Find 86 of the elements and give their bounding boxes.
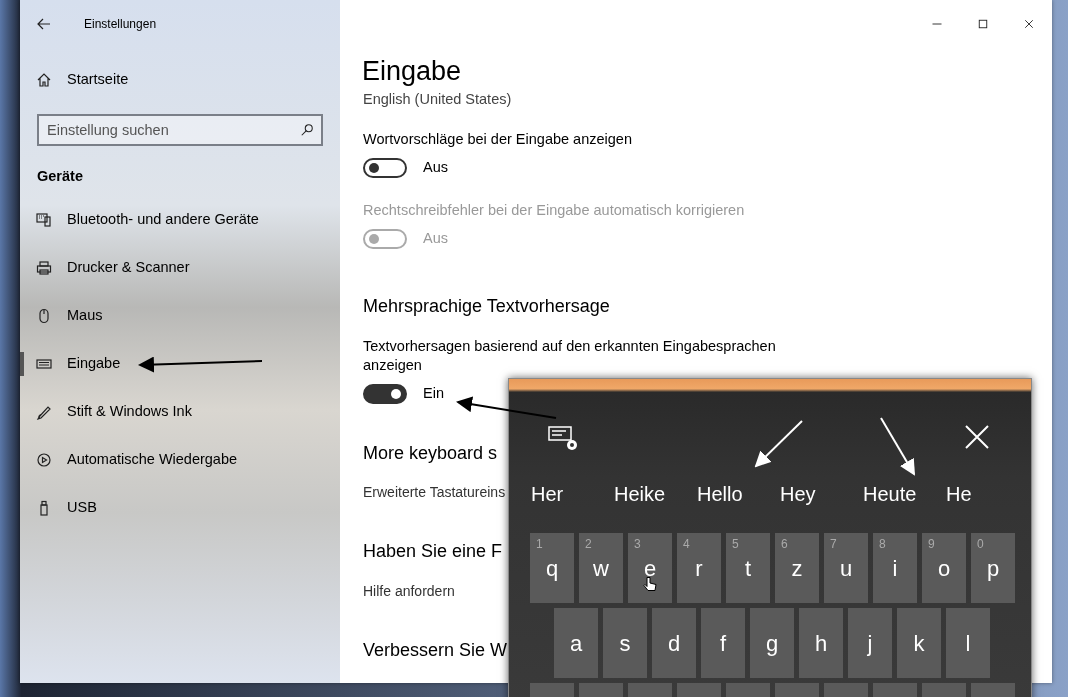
page-title: Eingabe	[361, 58, 463, 85]
toggle-switch[interactable]	[363, 158, 407, 179]
nav-label: Startseite	[67, 70, 129, 90]
keyboard-key[interactable]: j	[848, 608, 892, 678]
section-heading: Haben Sie eine F	[363, 541, 503, 563]
section-heading: Mehrsprachige Textvorhersage	[363, 295, 610, 318]
nav-label: Maus	[67, 305, 103, 325]
key-hint: 0	[977, 536, 984, 553]
nav-label: USB	[67, 497, 97, 517]
sidebar-item[interactable]: Drucker & Scanner	[20, 243, 340, 292]
setting-label: Wortvorschläge bei der Eingabe anzeigen	[363, 130, 633, 150]
annotation-arrow	[754, 420, 803, 468]
key-hint: 3	[634, 536, 641, 553]
keyboard-settings-icon	[547, 425, 579, 451]
key-hint: 9	[928, 536, 935, 553]
window-title: Einstellungen	[84, 16, 157, 33]
nav-label: Stift & Windows Ink	[67, 401, 192, 421]
section-heading: More keyboard s	[363, 442, 498, 465]
search-icon	[300, 123, 314, 137]
section-heading: Geräte	[37, 167, 84, 186]
keyboard-key[interactable]: 6 z	[775, 533, 819, 603]
word-suggestion[interactable]: Hey	[780, 479, 863, 509]
setting-label: Textvorhersagen basierend auf den erkannten Eingabesprachen anzeigen	[363, 337, 777, 375]
annotation-arrow	[880, 417, 915, 476]
settings-link[interactable]: Erweiterte Tastatureins	[363, 482, 506, 504]
sidebar-item[interactable]: Stift & Windows Ink	[20, 387, 340, 436]
sidebar-item[interactable]: Maus	[20, 291, 340, 340]
keyboard-key[interactable]: 8 i	[873, 533, 917, 603]
toggle-state: Aus	[423, 228, 448, 248]
nav-label: Drucker & Scanner	[67, 257, 190, 277]
keyboard-key[interactable]: 1 q	[530, 533, 574, 603]
close-icon	[964, 424, 990, 450]
toggle-state: Ein	[423, 383, 444, 403]
word-suggestion[interactable]: Hello	[697, 479, 780, 509]
word-suggestion[interactable]: Heike	[614, 479, 697, 509]
search-field[interactable]: Einstellung suchen	[37, 114, 323, 146]
key-hint: 6	[781, 536, 788, 553]
printer-icon	[36, 259, 52, 276]
word-suggestion[interactable]: Her	[531, 479, 614, 509]
back-arrow-icon	[36, 16, 52, 32]
sidebar-item[interactable]: Eingabe	[20, 339, 340, 388]
close-icon	[1023, 18, 1035, 30]
selection-indicator	[20, 351, 24, 376]
keyboard-key[interactable]: h	[799, 608, 843, 678]
language-name: English (United States)	[363, 91, 513, 109]
key-hint: 1	[536, 536, 543, 553]
keyboard-key[interactable]: d	[652, 608, 696, 678]
key-hint: 4	[683, 536, 690, 553]
setting-label: Rechtschreibfehler bei der Eingabe automatisch korrigieren	[363, 201, 746, 220]
sidebar-item[interactable]: Bluetooth- und andere Geräte	[20, 195, 340, 244]
key-hint: 7	[830, 536, 837, 553]
autoplay-icon	[36, 451, 52, 468]
section-heading: Verbessern Sie W	[363, 639, 508, 662]
nav-label: Bluetooth- und andere Geräte	[67, 209, 259, 229]
sidebar-item[interactable]: Automatische Wiedergabe	[20, 435, 340, 484]
keyboard-key[interactable]: s	[603, 608, 647, 678]
keyboard-key[interactable]: 4 r	[677, 533, 721, 603]
close-button[interactable]	[963, 423, 991, 451]
keyboard-key[interactable]: l	[946, 608, 990, 678]
nav-label: Eingabe	[67, 353, 121, 373]
keyboard-key[interactable]: a	[554, 608, 598, 678]
key-hint: 5	[732, 536, 739, 553]
home-nav-item[interactable]: Startseite	[20, 56, 340, 104]
keyboard-key[interactable]: 7 u	[824, 533, 868, 603]
key-hint: 2	[585, 536, 592, 553]
keyboard-key[interactable]: 0 p	[971, 533, 1015, 603]
sidebar-item[interactable]: USB	[20, 483, 340, 532]
keyboard-key[interactable]: k	[897, 608, 941, 678]
mouse-icon	[36, 307, 52, 324]
home-icon	[36, 72, 52, 88]
maximize-icon	[977, 18, 989, 30]
keyboard-key[interactable]: g	[750, 608, 794, 678]
keyboard-key[interactable]: f	[701, 608, 745, 678]
toggle-switch[interactable]	[363, 383, 407, 404]
word-suggestion[interactable]: Heute	[863, 479, 946, 509]
keyboard-key[interactable]: 2 w	[579, 533, 623, 603]
keyboard-key[interactable]: 5 t	[726, 533, 770, 603]
nav-label: Automatische Wiedergabe	[67, 449, 238, 469]
devices-icon	[36, 211, 52, 228]
toggle-state: Aus	[423, 158, 448, 178]
hand-cursor-icon	[642, 575, 658, 593]
keyboard-key[interactable]: 3 e	[628, 533, 672, 603]
settings-link[interactable]: Hilfe anfordern	[363, 580, 455, 602]
word-suggestion[interactable]: He	[946, 479, 1029, 509]
key-hint: 8	[879, 536, 886, 553]
keyboard-key[interactable]: 9 o	[922, 533, 966, 603]
